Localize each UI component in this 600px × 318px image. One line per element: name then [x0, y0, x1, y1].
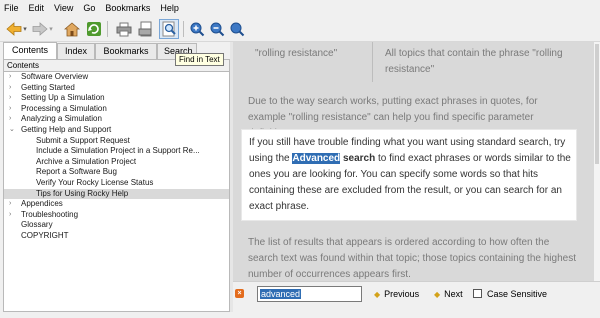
chevron-right-icon[interactable]: ›: [9, 72, 11, 83]
sync-icon[interactable]: [84, 19, 104, 39]
tree-item-label: Archive a Simulation Project: [36, 156, 137, 166]
previous-label: Previous: [384, 289, 420, 299]
chevron-right-icon[interactable]: ›: [9, 93, 11, 104]
scrollbar-thumb[interactable]: [595, 44, 599, 164]
tree-item-label: Verify Your Rocky License Status: [36, 177, 154, 187]
tree-item[interactable]: COPYRIGHT: [4, 231, 229, 242]
previous-button[interactable]: ◆ Previous: [374, 286, 419, 302]
search-match-highlight: Advanced: [292, 153, 341, 164]
chevron-right-icon[interactable]: ›: [9, 104, 11, 115]
tree-item[interactable]: › Setting Up a Simulation: [4, 93, 229, 104]
toolbar-separator: [183, 21, 184, 37]
menu-go[interactable]: Go: [83, 3, 95, 13]
status-bar: [233, 305, 600, 318]
highlighted-paragraph-box: If you still have trouble finding what y…: [241, 129, 577, 221]
tree-item-label: Submit a Support Request: [36, 135, 130, 145]
next-icon: ◆: [434, 290, 441, 299]
find-input-selection: advanced: [260, 289, 302, 299]
home-icon[interactable]: [62, 19, 82, 39]
tree-item[interactable]: › Getting Started: [4, 83, 229, 94]
chevron-down-icon[interactable]: ⌄: [9, 125, 15, 136]
chevron-right-icon[interactable]: ›: [9, 114, 11, 125]
menu-view[interactable]: View: [54, 3, 73, 13]
tree-item-label: Troubleshooting: [21, 209, 79, 219]
left-pane-bottom: [0, 312, 233, 318]
content-scrollbar[interactable]: [594, 42, 600, 281]
tree-item[interactable]: Verify Your Rocky License Status: [4, 178, 229, 189]
tree-item-label: Include a Simulation Project in a Suppor…: [36, 146, 200, 156]
close-find-icon[interactable]: ×: [235, 289, 244, 298]
zoom-out-icon[interactable]: [207, 19, 227, 39]
find-in-text-icon[interactable]: [159, 19, 179, 39]
page-setup-icon[interactable]: [136, 19, 156, 39]
tree-item-label: Appendices: [21, 199, 63, 209]
chevron-right-icon[interactable]: ›: [9, 199, 11, 210]
case-sensitive-label: Case Sensitive: [487, 289, 548, 299]
find-input[interactable]: advanced: [257, 286, 362, 302]
tree-item-label: Report a Software Bug: [36, 167, 117, 177]
menu-bar: File Edit View Go Bookmarks Help: [0, 0, 600, 16]
next-button[interactable]: ◆ Next: [434, 286, 463, 302]
bold-keyword: search: [342, 153, 376, 164]
tree-item-label: Processing a Simulation: [21, 103, 107, 113]
tree-item[interactable]: Glossary: [4, 220, 229, 231]
tree-item[interactable]: Submit a Support Request: [4, 136, 229, 147]
menu-edit[interactable]: Edit: [29, 3, 45, 13]
tree-item[interactable]: › Appendices: [4, 199, 229, 210]
contents-tree: › Software Overview › Getting Started › Setti…: [3, 72, 230, 312]
zoom-in-icon[interactable]: [187, 19, 207, 39]
toolbar: ▾ ▾: [0, 16, 600, 42]
tree-item[interactable]: Report a Software Bug: [4, 167, 229, 178]
paragraph: The list of results that appears is orde…: [248, 237, 576, 280]
zoom-reset-icon[interactable]: [227, 19, 247, 39]
tab-contents[interactable]: Contents: [3, 42, 57, 59]
tree-item[interactable]: › Processing a Simulation: [4, 104, 229, 115]
next-label: Next: [444, 289, 463, 299]
toolbar-separator: [107, 21, 108, 37]
tree-item[interactable]: › Troubleshooting: [4, 210, 229, 221]
find-in-text-tooltip: Find in Text: [175, 53, 224, 66]
paragraph: If you still have trouble finding what y…: [242, 130, 572, 215]
tree-item-label: COPYRIGHT: [21, 230, 69, 240]
checkbox-box[interactable]: [473, 289, 482, 298]
tree-item-label: Getting Help and Support: [21, 124, 112, 134]
find-bar: × advanced ◆ Previous ◆ Next Case Sensitiv…: [233, 281, 600, 305]
tree-item[interactable]: › Analyzing a Simulation: [4, 114, 229, 125]
back-dropdown-icon[interactable]: ▾: [20, 19, 30, 39]
menu-file[interactable]: File: [4, 3, 19, 13]
forward-dropdown-icon[interactable]: ▾: [46, 19, 56, 39]
tree-item[interactable]: ⌄ Getting Help and Support: [4, 125, 229, 136]
menu-bookmarks[interactable]: Bookmarks: [105, 3, 150, 13]
chevron-right-icon[interactable]: ›: [9, 210, 11, 221]
tree-item[interactable]: › Software Overview: [4, 72, 229, 83]
chevron-right-icon[interactable]: ›: [9, 83, 11, 94]
tree-item-label: Getting Started: [21, 82, 75, 92]
tree-item-label: Analyzing a Simulation: [21, 114, 102, 124]
table-cell: All topics that contain the phrase "roll…: [385, 48, 563, 75]
tab-bookmarks[interactable]: Bookmarks: [95, 43, 157, 59]
tree-item[interactable]: Include a Simulation Project in a Suppor…: [4, 146, 229, 157]
tree-item[interactable]: Tips for Using Rocky Help: [4, 188, 229, 200]
tab-index[interactable]: Index: [57, 43, 95, 59]
tree-item-label: Software Overview: [21, 72, 89, 81]
tree-item-label: Setting Up a Simulation: [21, 93, 105, 103]
menu-help[interactable]: Help: [160, 3, 179, 13]
help-content: "rolling resistance" All topics that con…: [233, 42, 594, 281]
tree-item-label: Glossary: [21, 220, 53, 230]
table-cell: "rolling resistance": [233, 42, 373, 82]
previous-icon: ◆: [374, 290, 381, 299]
tree-item-label: Tips for Using Rocky Help: [36, 188, 129, 198]
print-icon[interactable]: [114, 19, 134, 39]
tree-item[interactable]: Archive a Simulation Project: [4, 157, 229, 168]
case-sensitive-checkbox[interactable]: Case Sensitive: [473, 286, 547, 302]
